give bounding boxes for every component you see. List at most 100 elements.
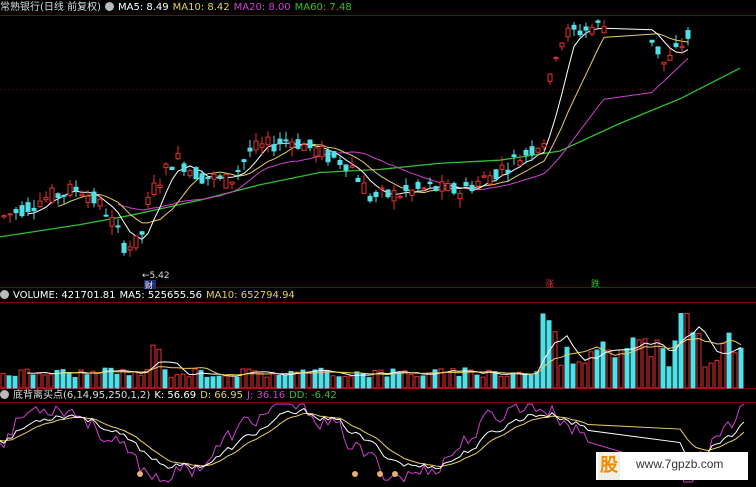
- candle-body: [409, 189, 415, 196]
- candle-body: [469, 184, 475, 192]
- ma60-value: MA60: 7.48: [294, 2, 352, 13]
- volume-bar: [336, 376, 342, 389]
- candle-body: [85, 195, 91, 203]
- volume-bar: [708, 362, 714, 389]
- candle-body: [19, 205, 25, 217]
- watermark-site: www.7gpzb.com: [636, 457, 724, 471]
- volume-bar: [666, 366, 672, 389]
- volume-bar: [486, 369, 492, 389]
- volume-bar: [438, 368, 444, 389]
- kline-chart[interactable]: ←5.42财涨跌: [0, 0, 756, 487]
- settings-icon[interactable]: [0, 390, 9, 399]
- candle-body: [553, 57, 559, 60]
- candle-body: [115, 225, 121, 228]
- volume-bar: [648, 356, 654, 389]
- candle-body: [7, 213, 13, 216]
- die-marker: 跌: [591, 279, 600, 290]
- candle-body: [283, 139, 289, 142]
- volume-bar: [6, 375, 12, 389]
- volume-bar: [522, 373, 528, 389]
- candle-body: [229, 181, 235, 185]
- candle-body: [217, 175, 223, 178]
- candle-body: [13, 209, 19, 214]
- volume-bar: [570, 363, 576, 389]
- candle-body: [259, 143, 265, 148]
- settings-icon[interactable]: [104, 2, 114, 11]
- volume-bar: [498, 375, 504, 389]
- candle-body: [325, 150, 331, 163]
- volume-bar: [396, 371, 402, 389]
- buy-point-marker: [352, 471, 358, 477]
- candle-body: [121, 242, 127, 253]
- volume-bar: [264, 376, 270, 389]
- volume-bar: [306, 371, 312, 389]
- volume-bar: [30, 374, 36, 389]
- volume-bar: [156, 348, 162, 389]
- volume-bar: [696, 333, 702, 389]
- indicator-name: 底背离买点(6,14,95,250,1,2): [13, 390, 151, 401]
- candle-body: [583, 26, 589, 31]
- candle-body: [685, 30, 691, 39]
- volume-bar: [732, 352, 738, 389]
- candle-body: [151, 182, 157, 196]
- volume-bar: [186, 376, 192, 389]
- candle-body: [91, 191, 97, 204]
- candle-body: [565, 27, 571, 38]
- volume-bar: [192, 368, 198, 389]
- volume-bar: [138, 374, 144, 389]
- candle-body: [589, 26, 595, 35]
- volume-bar: [180, 373, 186, 389]
- volume-bar: [246, 368, 252, 389]
- buy-point-marker: [377, 471, 383, 477]
- candle-body: [157, 184, 163, 188]
- volume-bar: [270, 372, 276, 389]
- volume-bar: [714, 359, 720, 389]
- volume-bar: [564, 346, 570, 389]
- candle-body: [337, 159, 343, 165]
- settings-icon[interactable]: [0, 290, 9, 299]
- candle-body: [463, 181, 469, 187]
- candle-body: [403, 185, 409, 192]
- candle-body: [391, 190, 397, 202]
- volume-bar: [168, 376, 174, 389]
- volume-bar: [576, 361, 582, 389]
- volume-bar: [414, 376, 420, 389]
- candle-body: [331, 151, 337, 158]
- candle-body: [79, 193, 85, 197]
- volume-bar: [528, 374, 534, 389]
- candle-body: [517, 159, 523, 166]
- candle-body: [295, 139, 301, 149]
- volume-bar: [210, 376, 216, 389]
- candle-body: [601, 26, 607, 34]
- candle-body: [205, 177, 211, 180]
- volume-bar: [282, 374, 288, 389]
- candle-body: [199, 173, 205, 184]
- volume-bar: [330, 375, 336, 389]
- candle-body: [667, 55, 673, 61]
- volume-bar: [408, 374, 414, 389]
- volume-bar: [96, 372, 102, 389]
- volume-bar: [702, 366, 708, 389]
- candle-body: [55, 193, 61, 198]
- volume-bar: [240, 368, 246, 389]
- dd-value: DD: -6.42: [289, 390, 337, 401]
- candle-body: [277, 138, 283, 145]
- candle-body: [1, 215, 7, 218]
- zhang-marker: 涨: [545, 279, 554, 290]
- volume-bar: [474, 374, 480, 389]
- candle-body: [103, 214, 109, 217]
- candle-body: [61, 194, 67, 197]
- candle-body: [31, 207, 37, 212]
- candle-body: [385, 189, 391, 198]
- volume-bar: [258, 372, 264, 389]
- d-value: D: 66.95: [200, 390, 243, 401]
- candle-body: [499, 164, 505, 170]
- candle-body: [139, 231, 145, 235]
- candle-body: [361, 182, 367, 194]
- candle-body: [475, 180, 481, 187]
- candle-body: [73, 186, 79, 192]
- candle-body: [541, 143, 547, 148]
- ma10-value: MA10: 8.42: [172, 2, 230, 13]
- volume-header: VOLUME: 421701.81 MA5: 525655.56 MA10: 652…: [0, 289, 299, 303]
- volume-bar: [114, 373, 120, 389]
